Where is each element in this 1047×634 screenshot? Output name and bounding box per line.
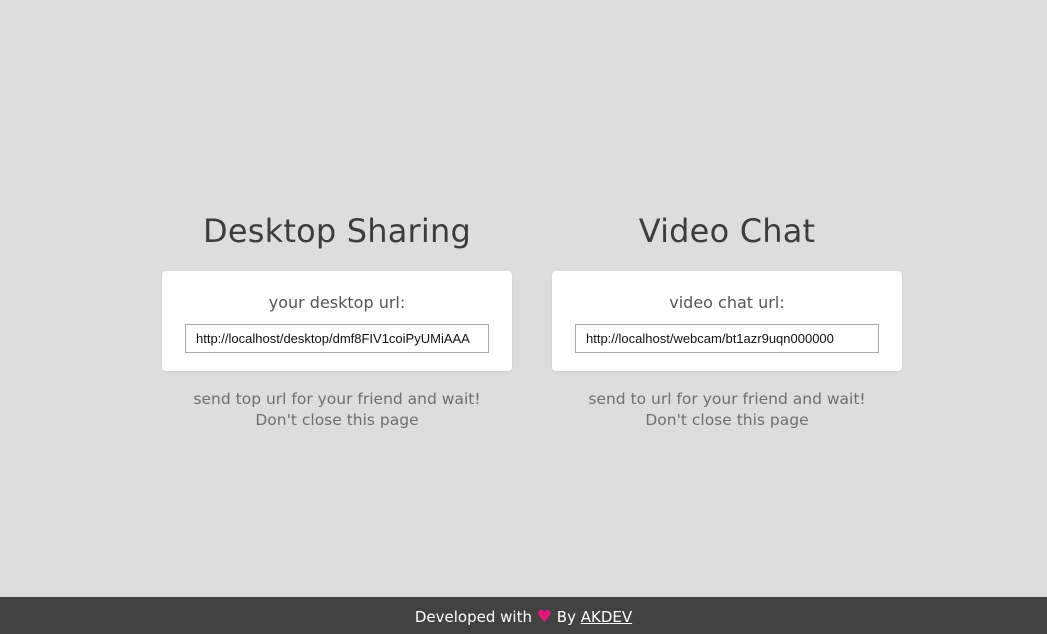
footer-by-text: By	[556, 608, 576, 626]
video-chat-url-label: video chat url:	[669, 293, 785, 312]
video-chat-hint-line-1: send to url for your friend and wait!	[588, 390, 866, 408]
page: Desktop Sharing your desktop url: send t…	[0, 0, 1047, 634]
desktop-url-input[interactable]	[185, 324, 489, 353]
footer-prefix-text: Developed with	[414, 608, 532, 626]
heart-icon: ♥	[536, 607, 552, 627]
desktop-sharing-title: Desktop Sharing	[203, 212, 471, 250]
footer: Developed with ♥ By AKDEV	[0, 597, 1047, 634]
desktop-hint-line-2: Don't close this page	[255, 411, 419, 429]
video-chat-hint-line-2: Don't close this page	[645, 411, 809, 429]
video-chat-url-input[interactable]	[575, 324, 879, 353]
video-chat-hint: send to url for your friend and wait! Do…	[552, 389, 902, 431]
desktop-url-card: your desktop url:	[162, 271, 512, 371]
desktop-sharing-panel: Desktop Sharing your desktop url: send t…	[162, 208, 512, 431]
author-link[interactable]: AKDEV	[581, 608, 632, 626]
desktop-hint-line-1: send top url for your friend and wait!	[193, 390, 481, 408]
video-chat-title: Video Chat	[638, 212, 816, 250]
desktop-sharing-hint: send top url for your friend and wait! D…	[162, 389, 512, 431]
video-chat-panel: Video Chat video chat url: send to url f…	[552, 208, 902, 431]
video-chat-url-card: video chat url:	[552, 271, 902, 371]
desktop-url-label: your desktop url:	[268, 293, 406, 312]
